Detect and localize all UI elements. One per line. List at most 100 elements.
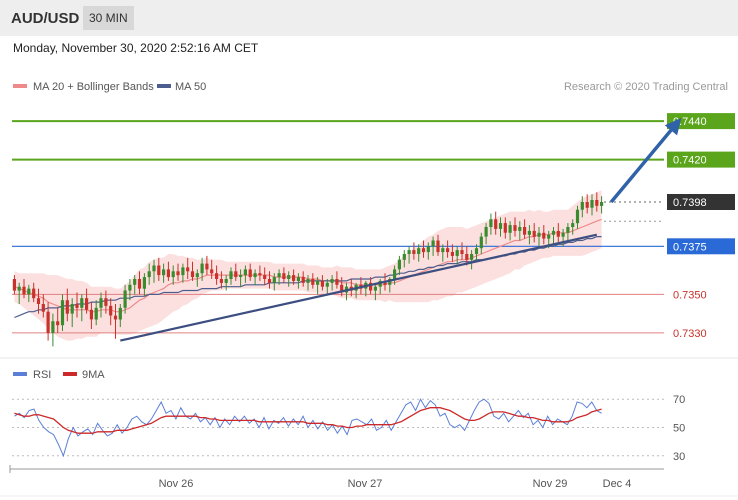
candle-body [166,269,170,278]
price-panel: 0.74400.74200.73980.73750.73500.7330 [12,113,735,347]
candle-body [56,321,60,326]
x-tick-label: Dec 4 [603,478,632,490]
candle-body [32,288,36,299]
rsi-tick-label: 50 [673,423,685,435]
candle-body [157,265,161,276]
candle-body [292,275,296,281]
candle-body [474,248,479,254]
candle-body [224,279,228,283]
candle-body [171,271,175,278]
candle-body [267,279,272,283]
candle-body [123,290,127,308]
ma9-legend-label: 9MA [82,369,105,381]
candle-body [243,269,247,276]
candle-body [272,277,276,283]
candle-body [210,269,214,274]
candle-body [503,223,507,233]
candle-body [94,307,98,320]
copyright-label: Research © 2020 Trading Central [564,81,728,93]
candle-body [234,271,238,278]
candle-body [537,232,541,237]
candle-body [205,263,209,270]
candle-body [118,307,122,320]
ma50-legend-label: MA 50 [175,81,206,93]
candle-body [527,230,531,235]
candle-body [407,250,411,254]
candle-body [253,273,257,278]
candle-body [585,202,589,208]
candle-body [513,225,517,231]
candle-body [311,279,315,285]
candle-body [575,209,580,224]
candle-body [36,298,41,304]
candle-body [590,200,594,208]
candle-body [70,304,74,314]
candle-body [17,286,21,291]
candle-body [402,254,406,260]
candle-body [296,277,300,281]
candle-body [147,271,151,278]
candle-body [65,300,69,314]
price-chart[interactable]: MA 20 + Bollinger Bands MA 50 Research ©… [0,0,738,500]
candle-body [479,236,483,249]
candle-body [316,280,320,285]
candle-body [441,248,445,253]
level-label: 0.7398 [673,197,707,209]
candle-body [470,254,474,260]
level-label: 0.7375 [673,241,707,253]
candle-body [412,250,416,254]
candle-body [301,277,305,283]
candle-body [306,279,310,283]
candle-body [397,259,401,270]
rsi-tick-label: 30 [673,451,685,463]
candle-body [181,267,185,276]
candle-body [566,227,570,233]
candle-body [417,248,421,254]
candle-body [152,265,156,272]
candle-body [277,273,281,278]
candle-body [561,232,565,237]
level-label: 0.7350 [673,289,707,301]
candle-body [330,279,334,283]
chart-widget: AUD/USD 30 MIN Monday, November 30, 2020… [0,0,738,500]
candle-body [460,250,464,254]
x-tick-label: Nov 29 [533,478,568,490]
candle-body [80,298,84,308]
candle-body [325,282,329,287]
candle-body [12,279,16,291]
candle-body [508,225,512,233]
candle-body [186,267,190,272]
candle-body [190,271,195,278]
candle-body [547,234,551,239]
rsi-panel: 70 50 30 [12,394,685,463]
candle-body [431,240,435,247]
candle-body [104,298,108,306]
candle-body [518,227,522,231]
candle-body [282,273,286,279]
rsi-tick-label: 70 [673,394,685,406]
candle-body [498,223,503,229]
candle-body [248,269,252,278]
candle-body [580,202,584,210]
candle-body [22,286,26,295]
candle-body [484,227,488,237]
candle-body [595,200,599,206]
candle-body [51,321,55,333]
candle-body [436,240,440,253]
candle-body [137,279,142,289]
rsi-legend-label: RSI [33,369,51,381]
candle-body [455,250,459,256]
candle-body [556,230,560,237]
candle-body [200,263,204,274]
candle-body [320,280,324,287]
candle-body [27,288,31,295]
candle-body [142,277,146,289]
candle-body [450,252,454,256]
candle-body [60,300,65,326]
candle-body [489,219,493,227]
candle-body [219,279,223,283]
level-label: 0.7420 [673,155,707,167]
candle-body [335,279,339,285]
candle-body [494,219,498,229]
candle-body [373,286,377,291]
